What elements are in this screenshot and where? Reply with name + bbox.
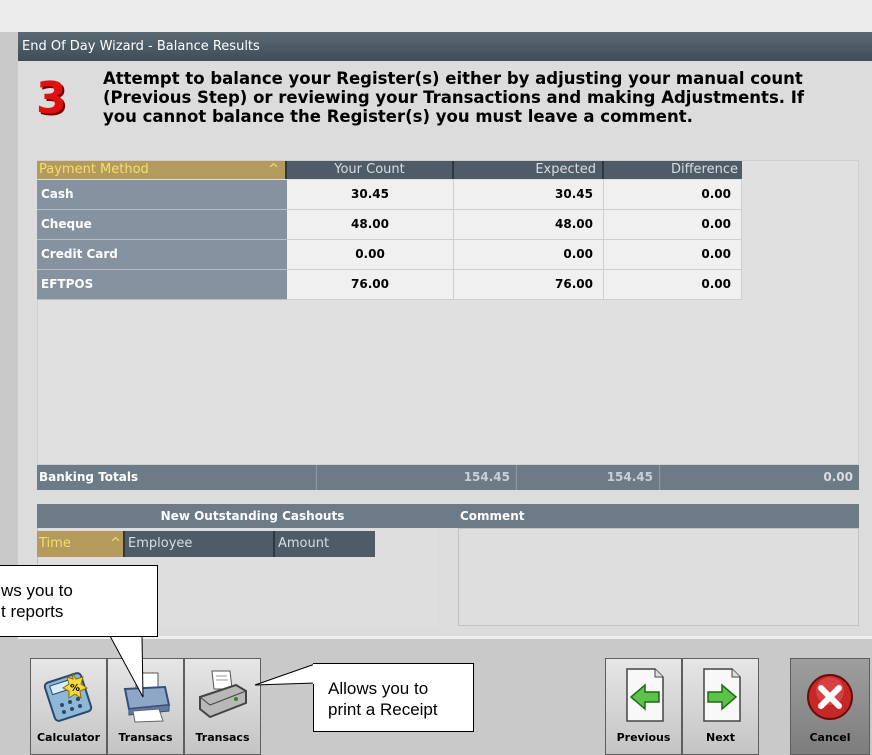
- row-label-cheque[interactable]: Cheque: [37, 210, 287, 240]
- comment-title: Comment: [458, 504, 859, 528]
- column-header-payment-method[interactable]: Payment Method ^: [37, 161, 287, 179]
- column-header-expected[interactable]: Expected: [454, 161, 604, 179]
- receipt-printer-icon: [198, 670, 247, 719]
- arrow-left-icon: [625, 668, 664, 722]
- column-header-label: Payment Method: [39, 162, 149, 177]
- close-icon: [807, 674, 853, 720]
- cell-difference: 0.00: [604, 180, 742, 210]
- next-button[interactable]: Next: [682, 658, 759, 755]
- banking-total-expected: 154.45: [517, 465, 660, 490]
- cell-expected: 0.00: [454, 240, 604, 270]
- transacs-report-label: Transacs: [118, 731, 173, 744]
- callout-receipt-joint: [313, 664, 315, 684]
- column-header-amount[interactable]: Amount: [275, 531, 375, 557]
- sort-ascending-icon: ^: [110, 536, 121, 551]
- cell-your-count: 30.45: [287, 180, 454, 210]
- callout-receipt: Allows you to print a Receipt: [313, 663, 474, 732]
- previous-button-label: Previous: [616, 731, 671, 744]
- cancel-button-label: Cancel: [809, 731, 851, 744]
- sort-ascending-icon: ^: [268, 162, 279, 177]
- column-header-your-count[interactable]: Your Count: [287, 161, 454, 179]
- step-instruction: Attempt to balance your Register(s) eith…: [103, 69, 805, 126]
- cancel-button[interactable]: Cancel: [790, 658, 870, 755]
- cell-your-count: 0.00: [287, 240, 454, 270]
- cashouts-title: New Outstanding Cashouts: [37, 504, 468, 528]
- column-header-label: Time: [39, 536, 71, 551]
- column-header-employee[interactable]: Employee: [125, 531, 275, 557]
- banking-totals-label: Banking Totals: [37, 465, 317, 490]
- row-label-credit-card[interactable]: Credit Card: [37, 240, 287, 270]
- callout-reports: ws you to t reports: [0, 565, 158, 637]
- comment-field[interactable]: [458, 528, 859, 626]
- top-strip: [0, 0, 872, 32]
- row-label-cash[interactable]: Cash: [37, 180, 287, 210]
- cell-your-count: 76.00: [287, 270, 454, 300]
- previous-button[interactable]: Previous: [605, 658, 682, 755]
- cell-difference: 0.00: [604, 240, 742, 270]
- cell-expected: 30.45: [454, 180, 604, 210]
- banking-total-difference: 0.00: [660, 465, 859, 490]
- column-header-time[interactable]: Time ^: [37, 531, 125, 557]
- step-number: 3: [36, 73, 67, 124]
- banking-total-count: 154.45: [317, 465, 517, 490]
- transacs-receipt-label: Transacs: [195, 731, 250, 744]
- cell-difference: 0.00: [604, 210, 742, 240]
- cell-difference: 0.00: [604, 270, 742, 300]
- arrow-right-icon: [702, 668, 741, 722]
- row-label-eftpos[interactable]: EFTPOS: [37, 270, 287, 300]
- cell-expected: 76.00: [454, 270, 604, 300]
- cell-expected: 48.00: [454, 210, 604, 240]
- column-header-difference[interactable]: Difference: [604, 161, 742, 179]
- cell-your-count: 48.00: [287, 210, 454, 240]
- calculator-button-label: Calculator: [36, 731, 101, 744]
- next-button-label: Next: [705, 731, 736, 744]
- window-title: End Of Day Wizard - Balance Results: [18, 32, 872, 61]
